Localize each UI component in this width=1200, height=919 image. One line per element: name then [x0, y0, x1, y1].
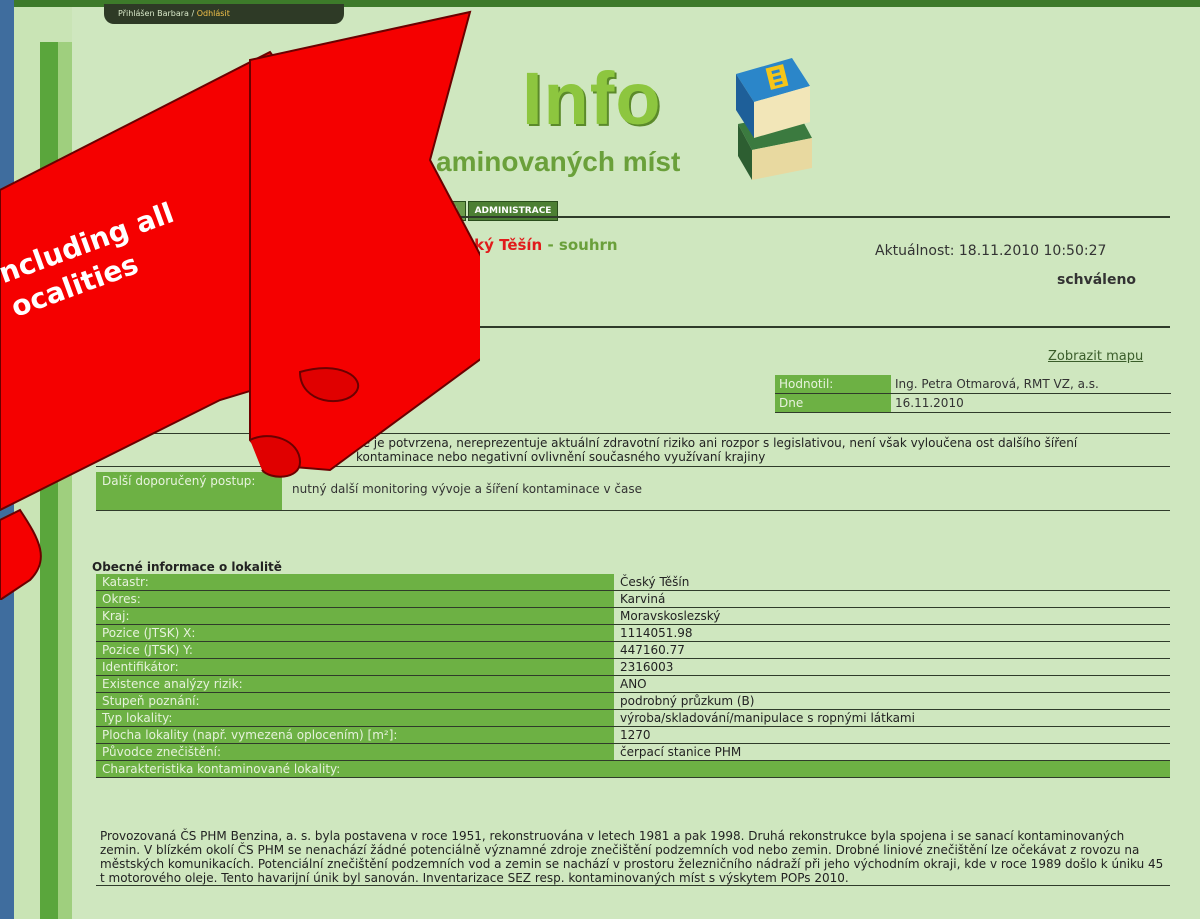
evaluation-table: Hodnotil: Ing. Petra Otmarová, RMT VZ, a… [775, 375, 1171, 413]
table-row: Charakteristika kontaminované lokality: [96, 760, 1170, 778]
row-label: Pozice (JTSK) Y: [96, 641, 614, 659]
last-updated: Aktuálnost: 18.11.2010 10:50:27 [875, 243, 1107, 259]
row-value: Moravskoslezský [614, 607, 1170, 625]
row-value: 1114051.98 [614, 624, 1170, 642]
app-logo: Info [522, 57, 662, 140]
row-label: Stupeň poznání: [96, 692, 614, 710]
tabs-divider [420, 216, 1170, 218]
table-row: Pozice (JTSK) X: 1114051.98 [96, 624, 1170, 642]
table-row: Původce znečištění: čerpací stanice PHM [96, 743, 1170, 761]
date-label: Dne [775, 393, 891, 413]
status-badge: schváleno [1057, 272, 1137, 288]
row-label: Kraj: [96, 607, 614, 625]
row-value: 447160.77 [614, 641, 1170, 659]
general-info-table: Katastr: Český Těšín Okres: Karviná Kraj: M… [96, 574, 1170, 778]
row-label: Existence analýzy rizik: [96, 675, 614, 693]
books-icon [736, 58, 812, 180]
table-row: Existence analýzy rizik: ANO [96, 675, 1170, 693]
evaluator-label: Hodnotil: [775, 375, 891, 394]
row-label: Pozice (JTSK) X: [96, 624, 614, 642]
row-value: Český Těšín [614, 574, 1170, 591]
date-value: 16.11.2010 [891, 393, 1171, 413]
evaluator-value: Ing. Petra Otmarová, RMT VZ, a.s. [891, 375, 1171, 394]
table-row: Kraj: Moravskoslezský [96, 607, 1170, 625]
row-label: Plocha lokality (např. vymezená oplocení… [96, 726, 614, 744]
locality-title-suffix: - souhrn [542, 236, 618, 254]
table-row: Pozice (JTSK) Y: 447160.77 [96, 641, 1170, 659]
row-label: Identifikátor: [96, 658, 614, 676]
row-value: Karviná [614, 590, 1170, 608]
show-map-link[interactable]: Zobrazit mapu [1048, 349, 1143, 364]
row-value: výroba/skladování/manipulace s ropnými l… [614, 709, 1170, 727]
characteristics-description: Provozovaná ČS PHM Benzina, a. s. byla p… [96, 829, 1170, 886]
table-row: Stupeň poznání: podrobný průzkum (B) [96, 692, 1170, 710]
tab-administrace[interactable]: ADMINISTRACE [467, 201, 559, 221]
table-row: Plocha lokality (např. vymezená oplocení… [96, 726, 1170, 744]
table-row: Identifikátor: 2316003 [96, 658, 1170, 676]
row-value: čerpací stanice PHM [614, 743, 1170, 761]
row-label: Původce znečištění: [96, 743, 614, 761]
row-value: ANO [614, 675, 1170, 693]
row-value: 2316003 [614, 658, 1170, 676]
row-label: Typ lokality: [96, 709, 614, 727]
row-value: 1270 [614, 726, 1170, 744]
table-row: Typ lokality: výroba/skladování/manipulac… [96, 709, 1170, 727]
row-value: podrobný průzkum (B) [614, 692, 1170, 710]
characteristics-label: Charakteristika kontaminované lokality: [96, 760, 1170, 778]
